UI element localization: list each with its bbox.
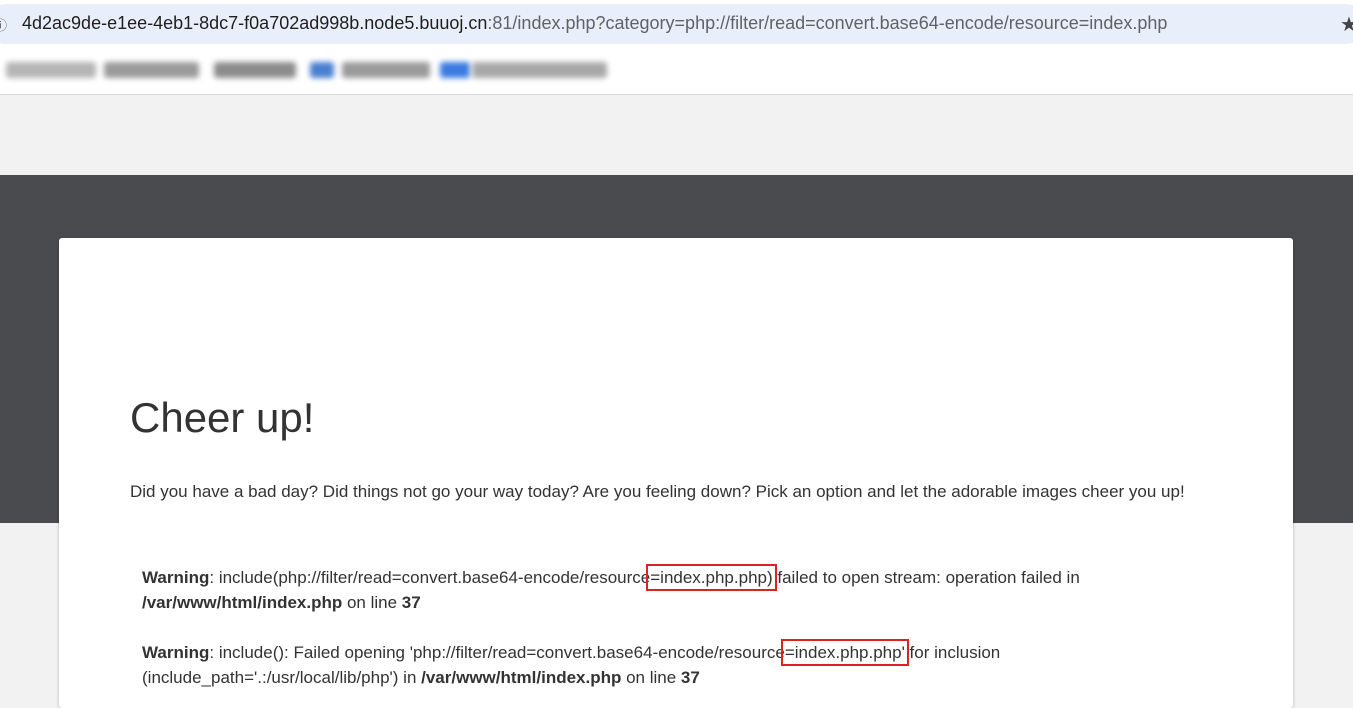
warning-line-number: 37 xyxy=(401,593,421,612)
warning-line-number: 37 xyxy=(680,668,700,687)
warning-label: Warning xyxy=(142,568,210,587)
warning-online: on line xyxy=(342,593,402,612)
warning-highlight: =index.php.php) xyxy=(646,564,777,591)
php-warning: Warning: include(): Failed opening 'php:… xyxy=(142,639,1242,690)
blurred-bookmark[interactable] xyxy=(310,62,334,78)
url-path: :81/index.php?category=php://filter/read… xyxy=(487,13,1168,33)
warning-text: : include(): Failed opening 'php://filte… xyxy=(209,643,785,662)
bookmark-star-icon[interactable]: ★ xyxy=(1340,12,1353,36)
warning-text: for inclusion xyxy=(904,643,1001,662)
warning-text: (include_path='.:/usr/local/lib/php') in xyxy=(142,668,422,687)
page-lead: Did you have a bad day? Did things not g… xyxy=(130,482,1185,501)
address-bar: ⓘ 4d2ac9de-e1ee-4eb1-8dc7-f0a702ad998b.n… xyxy=(0,0,1353,46)
content-card: Cheer up! Did you have a bad day? Did th… xyxy=(59,238,1293,708)
warning-file: /var/www/html/index.php xyxy=(142,593,343,612)
blurred-bookmark[interactable] xyxy=(6,62,96,78)
blurred-bookmark[interactable] xyxy=(342,62,430,78)
blurred-bookmark[interactable] xyxy=(472,62,607,78)
warning-text: : include(php://filter/read=convert.base… xyxy=(209,568,651,587)
warning-online: on line xyxy=(621,668,681,687)
page-content: Cheer up! Did you have a bad day? Did th… xyxy=(0,95,1353,708)
blurred-bookmark[interactable] xyxy=(104,62,199,78)
warning-text: failed to open stream: operation failed … xyxy=(772,568,1080,587)
warning-highlight: =index.php.php' xyxy=(780,639,909,666)
site-info-icon[interactable]: ⓘ xyxy=(0,15,7,34)
url-host: 4d2ac9de-e1ee-4eb1-8dc7-f0a702ad998b.nod… xyxy=(22,13,488,33)
url-text[interactable]: 4d2ac9de-e1ee-4eb1-8dc7-f0a702ad998b.nod… xyxy=(22,13,1167,34)
blurred-bookmark[interactable] xyxy=(214,62,296,78)
blurred-bookmark[interactable] xyxy=(440,62,470,78)
warning-file: /var/www/html/index.php xyxy=(421,668,622,687)
php-warning: Warning: include(php://filter/read=conve… xyxy=(142,564,1242,615)
bookmarks-bar xyxy=(0,46,1353,95)
page-title: Cheer up! xyxy=(130,394,315,441)
warning-label: Warning xyxy=(142,643,210,662)
